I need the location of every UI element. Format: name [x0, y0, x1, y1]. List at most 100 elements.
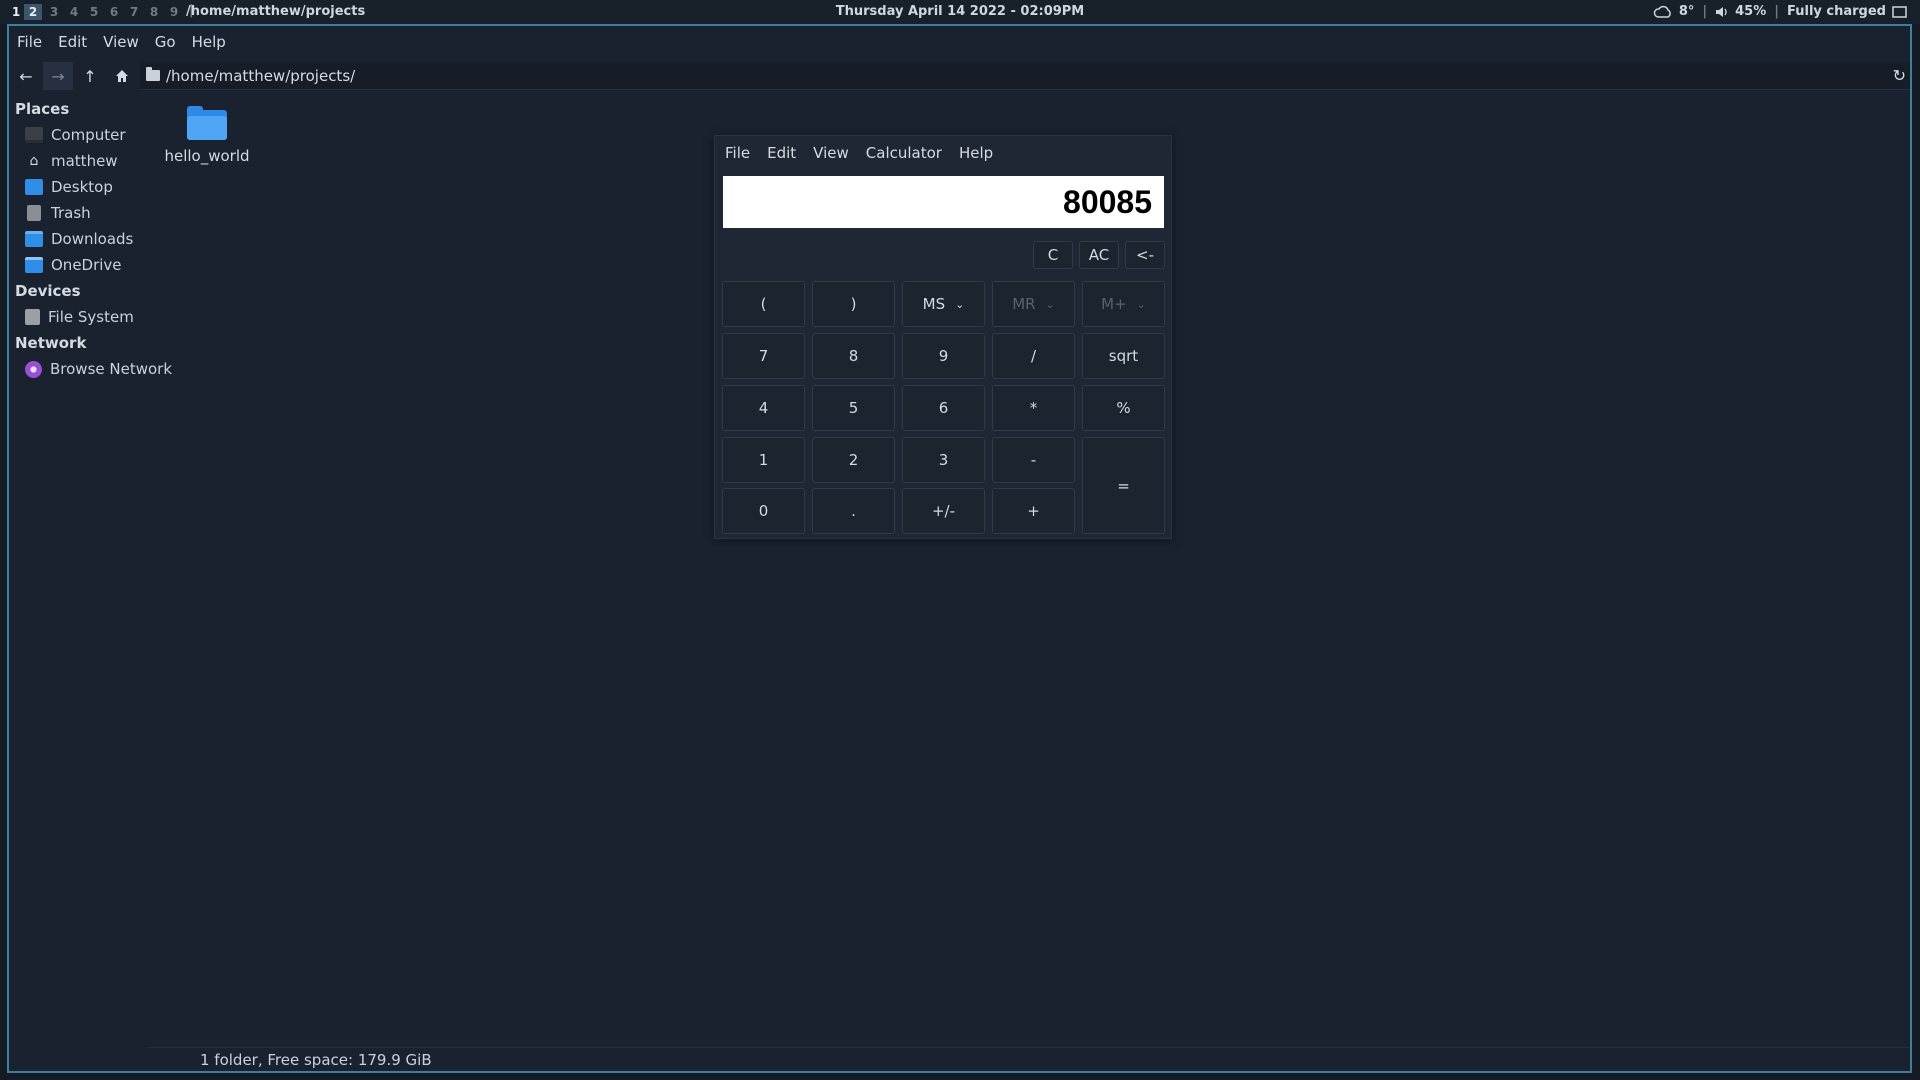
calc-menu-help[interactable]: Help [959, 144, 993, 162]
sidebar-item-browse-network[interactable]: Browse Network [9, 356, 179, 382]
folder-icon [187, 106, 227, 140]
sidebar-item-computer[interactable]: Computer [9, 122, 179, 148]
calc-menu-file[interactable]: File [725, 144, 750, 162]
arrow-up-icon: ↑ [83, 66, 97, 86]
trash-icon [27, 205, 41, 221]
calc-menu-calculator[interactable]: Calculator [866, 144, 942, 162]
decimal-button[interactable]: . [812, 488, 895, 534]
digit-9-button[interactable]: 9 [902, 333, 985, 379]
memory-recall-label: MR [1012, 295, 1036, 313]
location-bar[interactable]: /home/matthew/projects/ ↻ [140, 62, 1910, 90]
battery-icon [1892, 5, 1907, 18]
backspace-button[interactable]: <- [1125, 241, 1165, 269]
memory-store-button[interactable]: MS ⌄ [902, 281, 985, 327]
chevron-down-icon: ⌄ [1045, 297, 1055, 311]
sidebar-item-label: Trash [51, 204, 91, 222]
menu-help[interactable]: Help [192, 33, 226, 51]
digit-3-button[interactable]: 3 [902, 437, 985, 483]
digit-4-button[interactable]: 4 [722, 385, 805, 431]
parent-folder-button[interactable]: ↑ [75, 62, 105, 90]
volume-icon[interactable] [1715, 5, 1729, 19]
subtract-button[interactable]: - [992, 437, 1075, 483]
calculator-menubar: File Edit View Calculator Help [725, 144, 1010, 162]
file-manager-menubar: File Edit View Go Help [9, 26, 1910, 58]
digit-5-button[interactable]: 5 [812, 385, 895, 431]
clock[interactable]: Thursday April 14 2022 - 02:09PM [0, 4, 1920, 19]
digit-0-button[interactable]: 0 [722, 488, 805, 534]
weather-temp: 8° [1678, 4, 1695, 19]
sidebar-item-onedrive[interactable]: OneDrive [9, 252, 179, 278]
sidebar-item-label: Browse Network [50, 360, 173, 378]
sidebar-item-label: File System [48, 308, 134, 326]
memory-store-label: MS [922, 295, 946, 313]
sidebar-item-label: Computer [51, 126, 126, 144]
menu-edit[interactable]: Edit [58, 33, 87, 51]
sidebar-item-label: matthew [51, 152, 118, 170]
desktop-folder-icon [25, 179, 43, 195]
folder-icon [146, 67, 160, 81]
file-item-hello-world[interactable]: hello_world [157, 106, 257, 165]
volume-level[interactable]: 45% [1735, 4, 1766, 19]
sqrt-button[interactable]: sqrt [1082, 333, 1165, 379]
sidebar-item-desktop[interactable]: Desktop [9, 174, 179, 200]
status-area: 8° | 45% | Fully charged [1653, 4, 1908, 19]
sidebar-heading-devices: Devices [15, 282, 81, 300]
digit-2-button[interactable]: 2 [812, 437, 895, 483]
reload-icon[interactable]: ↻ [1893, 66, 1906, 85]
clear-button[interactable]: C [1033, 241, 1073, 269]
computer-icon [25, 127, 43, 143]
panel-separator: | [1702, 4, 1708, 19]
digit-7-button[interactable]: 7 [722, 333, 805, 379]
close-paren-button[interactable]: ) [812, 281, 895, 327]
sidebar-item-downloads[interactable]: Downloads [9, 226, 179, 252]
open-paren-button[interactable]: ( [722, 281, 805, 327]
menu-view[interactable]: View [103, 33, 139, 51]
calc-menu-view[interactable]: View [813, 144, 849, 162]
drive-icon [25, 309, 40, 325]
digit-6-button[interactable]: 6 [902, 385, 985, 431]
back-button[interactable]: ← [11, 62, 41, 90]
memory-add-label: M+ [1101, 295, 1127, 313]
sidebar-item-trash[interactable]: Trash [9, 200, 179, 226]
file-name: hello_world [164, 147, 250, 165]
percent-button[interactable]: % [1082, 385, 1165, 431]
sidebar-item-matthew[interactable]: ⌂ matthew [9, 148, 179, 174]
file-manager-toolbar: ← → ↑ /home/matthew/projects/ ↻ [9, 60, 1910, 92]
negate-button[interactable]: +/- [902, 488, 985, 534]
downloads-folder-icon [25, 231, 43, 247]
equals-button[interactable]: = [1082, 437, 1165, 534]
calculator-display[interactable]: 80085 [723, 176, 1164, 228]
calculator-window: File Edit View Calculator Help 80085 C A… [714, 135, 1172, 539]
calc-menu-edit[interactable]: Edit [767, 144, 796, 162]
arrow-left-icon: ← [19, 66, 33, 86]
battery-status: Fully charged [1787, 4, 1886, 19]
panel-separator: | [1774, 4, 1780, 19]
sidebar: Places Computer ⌂ matthew Desktop Trash … [9, 96, 179, 382]
home-icon [116, 70, 128, 82]
menu-file[interactable]: File [17, 33, 42, 51]
digit-8-button[interactable]: 8 [812, 333, 895, 379]
chevron-down-icon: ⌄ [955, 297, 965, 311]
memory-add-button[interactable]: M+ ⌄ [1082, 281, 1165, 327]
status-bar: 1 folder, Free space: 179.9 GiB [149, 1047, 1910, 1071]
sidebar-item-file-system[interactable]: File System [9, 304, 179, 330]
sidebar-item-label: OneDrive [51, 256, 122, 274]
home-button[interactable] [107, 62, 137, 90]
forward-button[interactable]: → [43, 62, 73, 90]
multiply-button[interactable]: * [992, 385, 1075, 431]
all-clear-button[interactable]: AC [1079, 241, 1119, 269]
sidebar-heading-places: Places [15, 100, 70, 118]
chevron-down-icon: ⌄ [1136, 297, 1146, 311]
location-text[interactable]: /home/matthew/projects/ [166, 67, 355, 85]
divide-button[interactable]: / [992, 333, 1075, 379]
arrow-right-icon: → [51, 66, 65, 86]
memory-recall-button[interactable]: MR ⌄ [992, 281, 1075, 327]
cloud-icon [1653, 5, 1671, 18]
sidebar-item-label: Desktop [51, 178, 113, 196]
onedrive-folder-icon [25, 257, 43, 273]
add-button[interactable]: + [992, 488, 1075, 534]
digit-1-button[interactable]: 1 [722, 437, 805, 483]
home-icon: ⌂ [29, 153, 39, 169]
status-text: 1 folder, Free space: 179.9 GiB [200, 1051, 432, 1069]
menu-go[interactable]: Go [155, 33, 176, 51]
